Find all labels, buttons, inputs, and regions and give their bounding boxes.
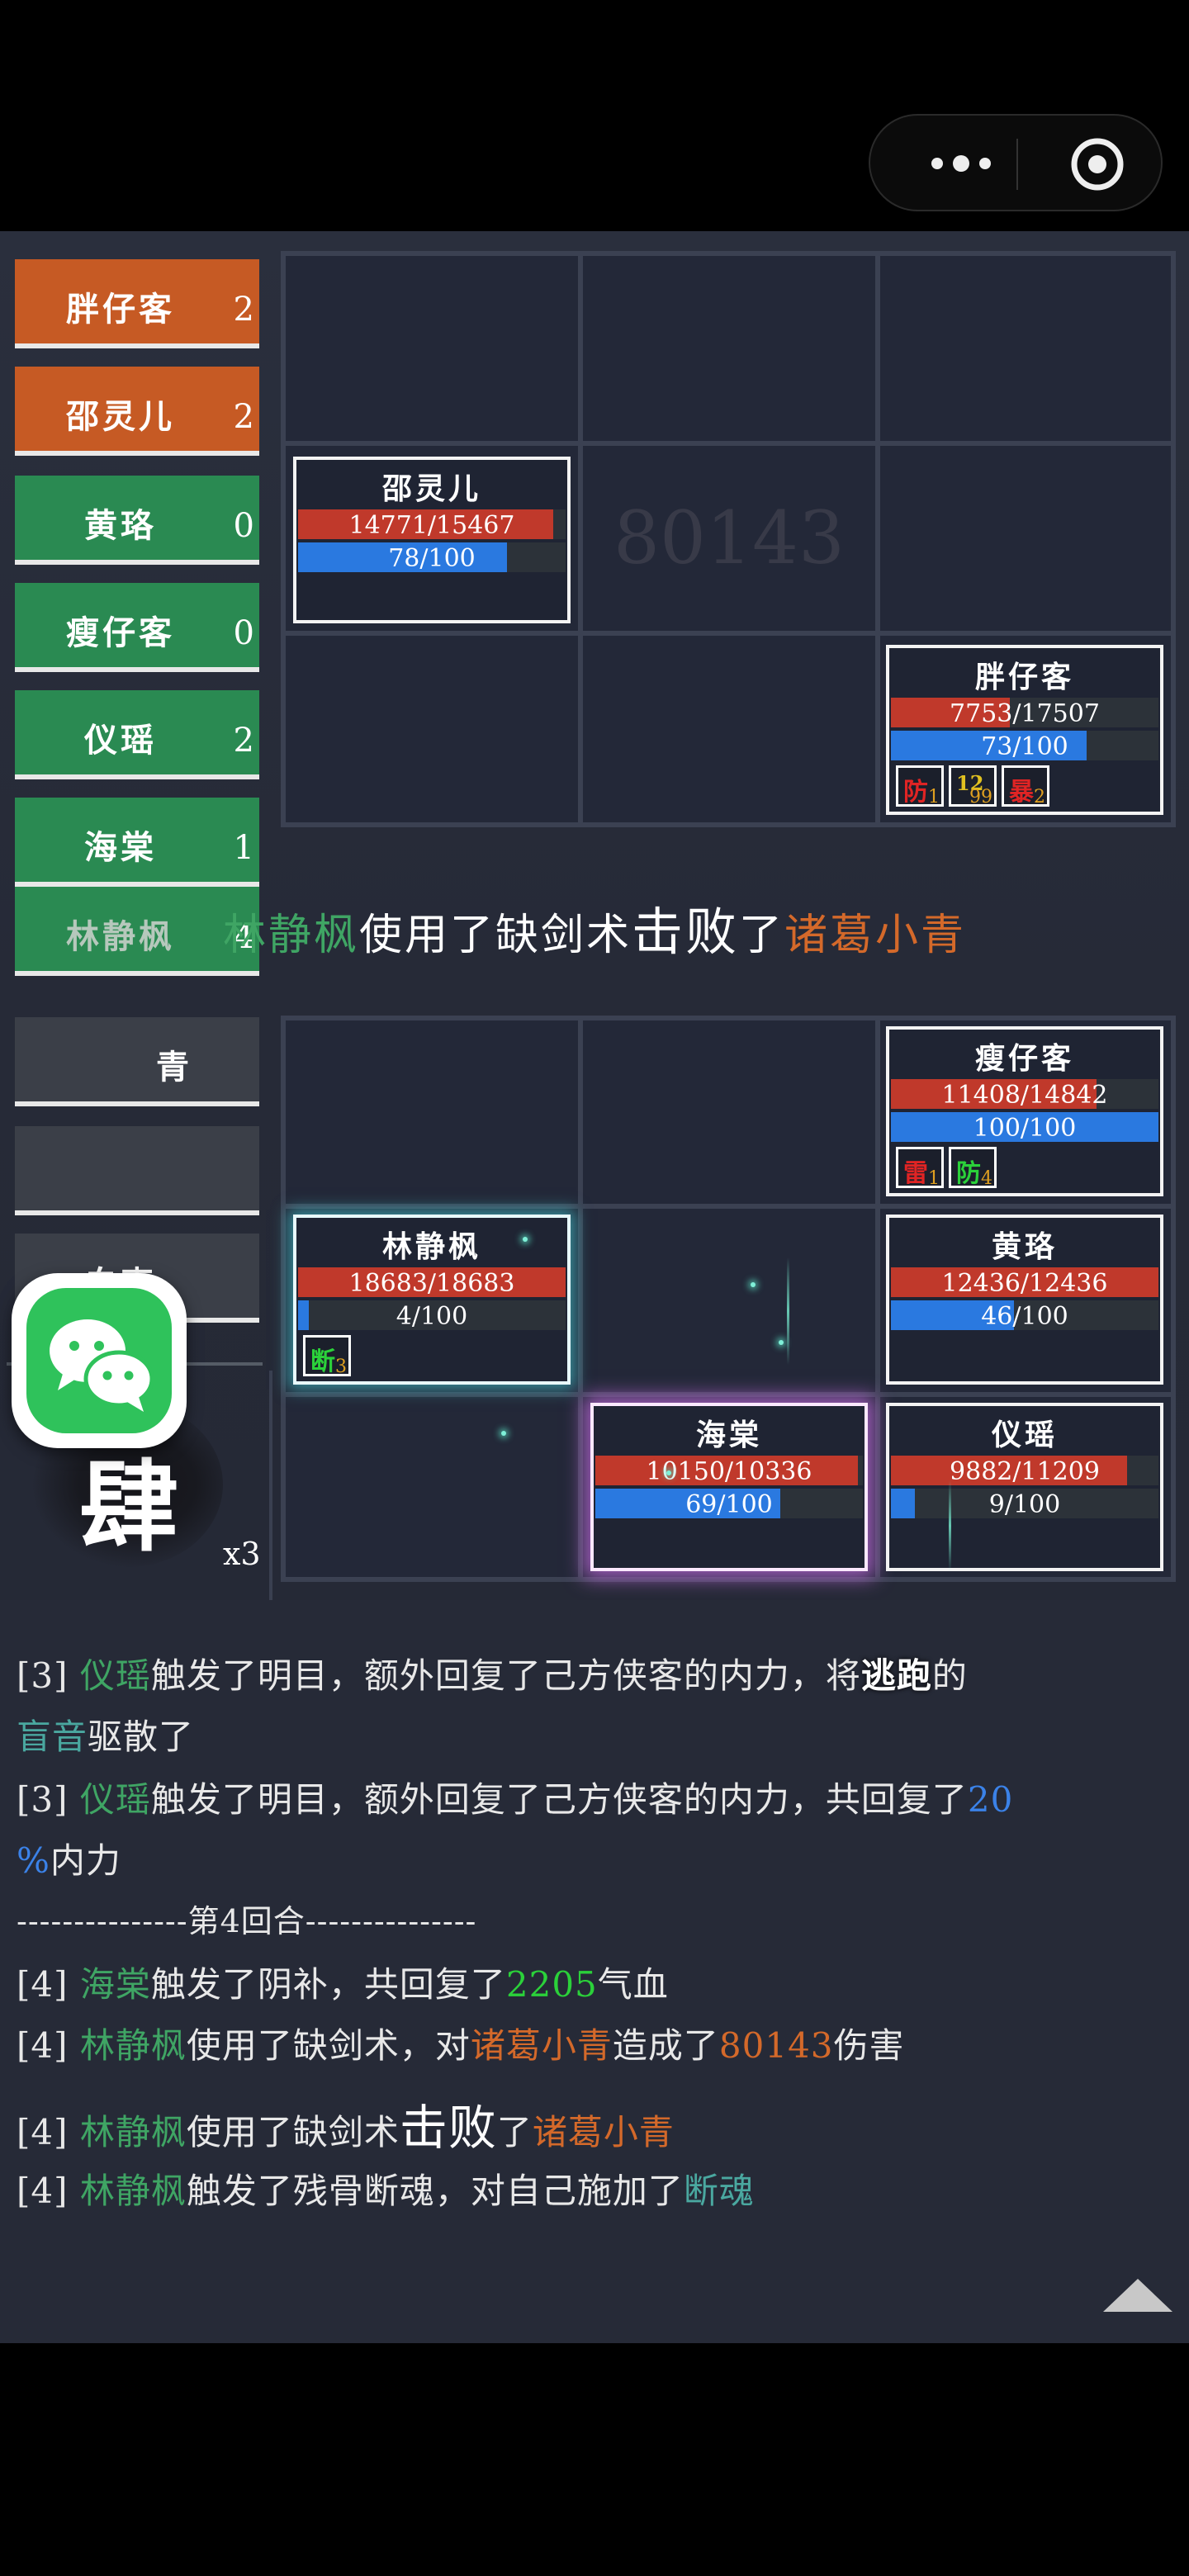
unit-card-ally[interactable]: 瘦仔客 11408/14842 100/100 雷1 防4 <box>886 1026 1163 1196</box>
grid-cell[interactable] <box>283 253 580 443</box>
sparkle-effect <box>501 1431 506 1436</box>
mp-bar: 4/100 <box>298 1300 566 1331</box>
wechat-icon <box>50 1319 154 1412</box>
mp-bar: 78/100 <box>298 542 566 573</box>
hp-bar: 7753/17507 <box>891 698 1158 728</box>
log-line: [4] 林静枫使用了缺剑术，对诸葛小青造成了80143伤害 <box>17 2025 905 2066</box>
unit-card-ally[interactable]: 仪瑶 9882/11209 9/100 <box>886 1403 1163 1571</box>
buff-icon[interactable]: 防4 <box>949 1147 997 1189</box>
scroll-up-icon[interactable] <box>1103 2279 1172 2312</box>
grid-cell[interactable]: 80143 <box>580 443 878 633</box>
hp-bar: 10150/10336 <box>595 1456 863 1486</box>
enemy-board: 80143 邵灵儿 14771/15467 78/100 胖仔客 7753/17… <box>281 251 1176 827</box>
hp-bar: 12436/12436 <box>891 1267 1158 1298</box>
sparkle-effect <box>751 1282 756 1287</box>
battle-screen: 胖仔客2 邵灵儿2 黄珞0 瘦仔客0 仪瑶2 海棠1 林静枫4 青 白克 肆 x… <box>0 231 1189 1800</box>
hp-bar: 11408/14842 <box>891 1079 1158 1110</box>
battle-log[interactable]: [3] 仪瑶触发了明目，额外回复了己方侠客的内力，将逃跑的 盲音驱散了 [3] … <box>0 1600 1189 2343</box>
battle-announcement: 林静枫使用了缺剑术击败了诸葛小青 <box>222 902 967 962</box>
grid-cell[interactable] <box>580 633 878 825</box>
close-target-icon[interactable] <box>1068 135 1126 193</box>
round-separator: ---------------第4回合--------------- <box>17 1903 477 1939</box>
sparkle-effect <box>779 1340 784 1345</box>
buff-icon[interactable]: 防1 <box>896 765 944 807</box>
log-line: [4] 林静枫使用了缺剑术击败了诸葛小青 <box>17 2100 675 2156</box>
unit-card-ally-targeted[interactable]: 海棠 10150/10336 69/100 <box>590 1403 868 1571</box>
status-bar-area <box>0 0 1189 231</box>
grid-cell[interactable] <box>878 253 1173 443</box>
grid-cell[interactable] <box>283 1395 580 1579</box>
unit-card-ally[interactable]: 黄珞 12436/12436 46/100 <box>886 1215 1163 1385</box>
grid-cell[interactable] <box>878 443 1173 633</box>
wechat-share-button[interactable] <box>12 1273 187 1448</box>
speed-multiplier-button[interactable]: x3 <box>223 1536 261 1572</box>
grid-cell[interactable] <box>580 253 878 443</box>
turn-order-item[interactable]: 黄珞 0 <box>15 476 259 565</box>
buff-icon[interactable]: 雷1 <box>896 1147 944 1189</box>
unit-card-enemy[interactable]: 邵灵儿 14771/15467 78/100 <box>293 457 571 623</box>
miniprogram-capsule <box>869 114 1163 211</box>
light-streak <box>949 1480 951 1571</box>
mp-bar: 73/100 <box>891 731 1158 761</box>
log-line: [4] 林静枫触发了残骨断魂，对自己施加了断魂 <box>17 2171 755 2211</box>
more-icon[interactable] <box>913 150 1009 177</box>
log-line: [4] 海棠触发了阴补，共回复了2205气血 <box>17 1964 669 2005</box>
turn-order-item[interactable]: 瘦仔客 0 <box>15 583 259 672</box>
buff-icon[interactable]: 暴2 <box>1002 765 1049 807</box>
hp-bar: 9882/11209 <box>891 1456 1158 1486</box>
unit-card-ally-active[interactable]: 林静枫 18683/18683 4/100 断3 <box>293 1215 571 1385</box>
grid-cell[interactable] <box>580 1206 878 1395</box>
turn-order-item[interactable]: 邵灵儿 2 <box>15 367 259 456</box>
turn-order-item[interactable]: 胖仔客 2 <box>15 259 259 348</box>
grid-cell[interactable] <box>283 1018 580 1206</box>
grid-cell[interactable] <box>580 1018 878 1206</box>
log-line: %内力 <box>17 1840 121 1881</box>
buff-list: 断3 <box>303 1335 351 1377</box>
turn-order-item-defeated[interactable] <box>15 1126 259 1215</box>
grid-cell[interactable] <box>283 633 580 825</box>
light-streak <box>787 1257 789 1365</box>
turn-order-item-defeated[interactable]: 青 <box>15 1017 259 1106</box>
sparkle-effect <box>523 1237 528 1242</box>
mp-bar: 46/100 <box>891 1300 1158 1331</box>
damage-float-text: 80143 <box>613 495 845 580</box>
log-line: 盲音驱散了 <box>17 1717 195 1757</box>
mp-bar: 100/100 <box>891 1112 1158 1143</box>
mp-bar: 69/100 <box>595 1489 863 1519</box>
sparkle-effect <box>666 1470 671 1475</box>
buff-icon[interactable]: 断3 <box>303 1335 351 1377</box>
log-line: [3] 仪瑶触发了明目，额外回复了己方侠客的内力，共回复了20 <box>17 1779 1014 1820</box>
unit-card-enemy[interactable]: 胖仔客 7753/17507 73/100 防1 12 99 暴2 <box>886 645 1163 815</box>
mp-bar: 9/100 <box>891 1489 1158 1519</box>
buff-icon[interactable]: 12 99 <box>949 765 997 807</box>
hp-bar: 14771/15467 <box>298 509 566 540</box>
turn-order-item[interactable]: 仪瑶 2 <box>15 690 259 779</box>
buff-list: 防1 12 99 暴2 <box>896 765 1049 807</box>
turn-order-item[interactable]: 海棠 1 <box>15 798 259 887</box>
ally-board: 瘦仔客 11408/14842 100/100 雷1 防4 林静枫 18683/… <box>281 1016 1176 1582</box>
log-line: [3] 仪瑶触发了明目，额外回复了己方侠客的内力，将逃跑的 <box>17 1655 968 1696</box>
buff-list: 雷1 防4 <box>896 1147 997 1189</box>
hp-bar: 18683/18683 <box>298 1267 566 1298</box>
